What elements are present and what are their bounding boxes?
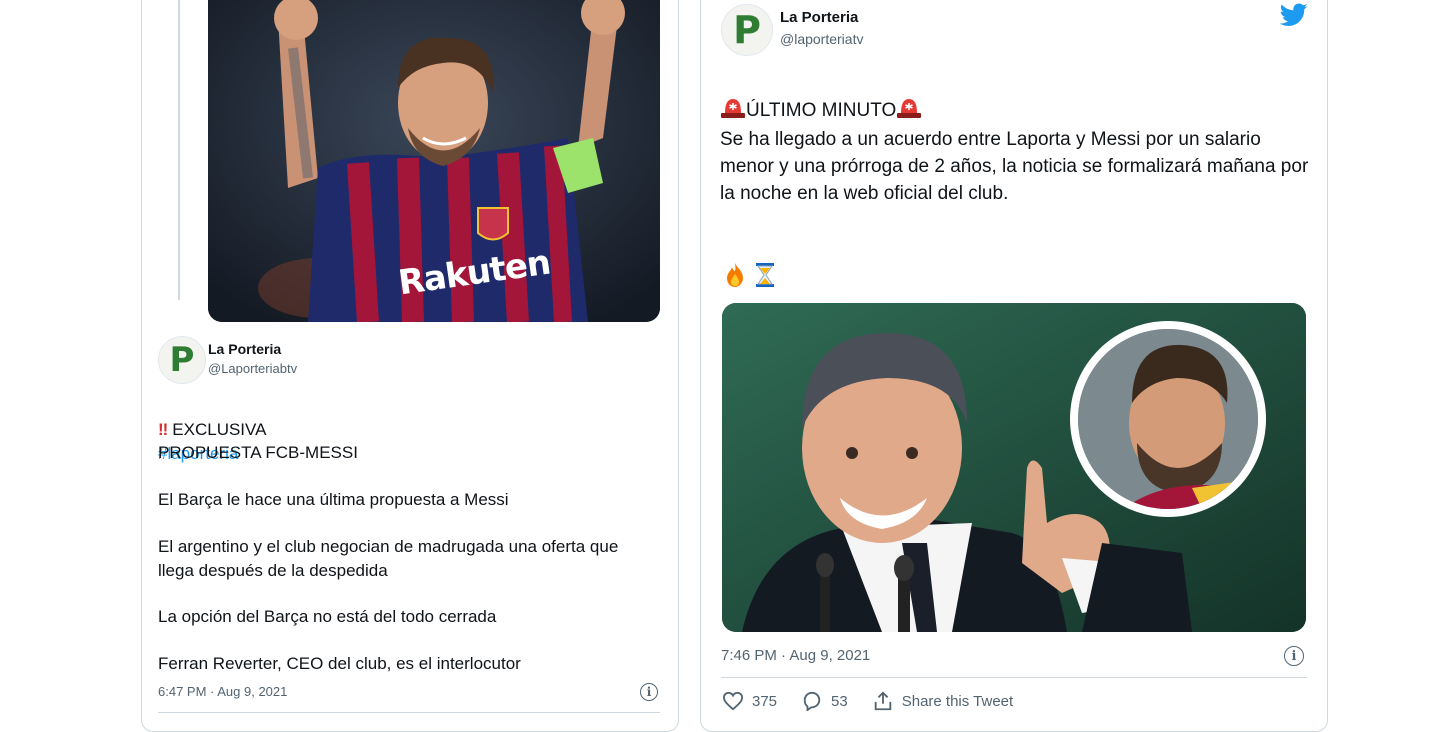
messi-celebration-photo[interactable]: Rakuten xyxy=(208,0,660,322)
left-tweet-timestamp[interactable]: 6:47 PM · Aug 9, 2021 xyxy=(158,684,287,699)
right-author-handle[interactable]: @laporteriatv xyxy=(780,31,863,47)
right-tweet-body: Se ha llegado a un acuerdo entre Laporta… xyxy=(720,129,1309,204)
emoji-row xyxy=(722,262,776,288)
left-author-avatar[interactable]: P xyxy=(158,336,206,384)
fire-icon xyxy=(727,263,743,287)
avatar-letter: P xyxy=(169,340,195,380)
like-count: 375 xyxy=(752,692,778,710)
info-icon[interactable]: i xyxy=(640,683,658,701)
info-icon[interactable]: i xyxy=(1284,646,1304,666)
left-tweet-paragraph-5: Ferran Reverter, CEO del club, es el int… xyxy=(158,654,521,673)
siren-icon xyxy=(721,99,745,118)
hourglass-icon xyxy=(756,263,775,287)
thread-line xyxy=(178,0,180,300)
laporta-photo-illustration xyxy=(722,303,1306,632)
laporta-messi-photo[interactable] xyxy=(722,303,1306,632)
left-divider xyxy=(158,712,660,713)
right-divider xyxy=(721,677,1307,678)
reply-button[interactable]: 53 xyxy=(801,691,848,711)
tweet-actions-bar: 375 53 Share this Tweet xyxy=(722,690,1037,712)
share-label: Share this Tweet xyxy=(901,692,1014,710)
like-button[interactable]: 375 xyxy=(722,691,777,711)
heart-icon xyxy=(722,691,744,711)
left-tweet-paragraph-1: PROPUESTA FCB-MESSI xyxy=(158,443,358,462)
avatar-letter: P xyxy=(733,8,761,52)
left-author-name[interactable]: La Porteria xyxy=(208,341,281,357)
reply-icon xyxy=(803,691,821,711)
share-button[interactable]: Share this Tweet xyxy=(872,690,1013,712)
left-author-handle[interactable]: @Laporteriabtv xyxy=(208,361,297,376)
left-tweet-paragraph-3: El argentino y el club negocian de madru… xyxy=(158,537,619,580)
share-icon xyxy=(874,691,891,711)
reply-count: 53 xyxy=(831,692,848,710)
siren-icon xyxy=(897,99,922,118)
right-author-name[interactable]: La Porteria xyxy=(780,9,858,26)
headline-text: ÚLTIMO MINUTO xyxy=(746,100,897,121)
exclusive-label: EXCLUSIVA xyxy=(172,420,267,439)
right-tweet-timestamp[interactable]: 7:46 PM · Aug 9, 2021 xyxy=(721,647,870,664)
twitter-bird-icon[interactable] xyxy=(1280,3,1308,27)
left-tweet-paragraph-4: La opción del Barça no está del todo cer… xyxy=(158,607,497,626)
right-author-avatar[interactable]: P xyxy=(721,4,773,56)
double-exclamation-icon: ‼ xyxy=(158,420,168,439)
right-headline: ÚLTIMO MINUTO xyxy=(720,71,922,123)
left-tweet-paragraph-2: El Barça le hace una última propuesta a … xyxy=(158,490,509,509)
